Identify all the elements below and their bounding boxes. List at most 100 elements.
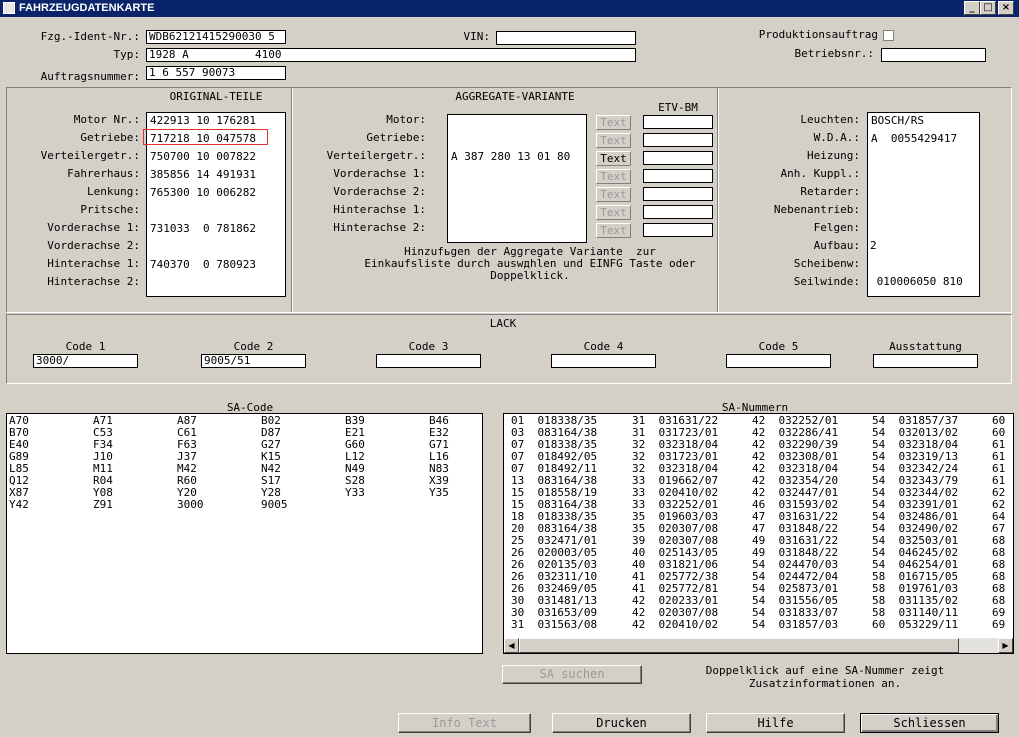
original-label-verteilergetr: Verteilergetr.: bbox=[40, 149, 140, 162]
etv-bm-field-getriebe[interactable] bbox=[643, 133, 713, 147]
title-bar: FAHRZEUGDATENKARTE _ □ × bbox=[0, 0, 1019, 17]
extras-label-heizung: Heizung: bbox=[807, 149, 860, 162]
maximize-button[interactable]: □ bbox=[980, 1, 996, 15]
extras-label-leuchten: Leuchten: bbox=[800, 113, 860, 126]
code-4-field[interactable] bbox=[551, 354, 656, 368]
aggregate-label-hinterachse-1: Hinterachse 1: bbox=[333, 203, 426, 216]
extras-list[interactable]: BOSCH/RS A 0055429417 bbox=[867, 112, 980, 297]
drucken-button[interactable]: Drucken bbox=[552, 713, 691, 733]
extras-label-retarder: Retarder: bbox=[800, 185, 860, 198]
etv-bm-field-motor[interactable] bbox=[643, 115, 713, 129]
code-2-field[interactable]: 9005/51 bbox=[201, 354, 306, 368]
text-button-verteilergetr[interactable]: Text bbox=[596, 151, 631, 166]
scroll-right-icon[interactable]: ▶ bbox=[998, 638, 1013, 653]
etv-bm-field-hinterachse-2[interactable] bbox=[643, 223, 713, 237]
fin-field[interactable]: WDB62121415290030 5 bbox=[146, 30, 286, 44]
aggregate-variante-list[interactable]: A 387 280 13 01 80 bbox=[447, 114, 587, 243]
etv-bm-field-verteilergetr[interactable] bbox=[643, 151, 713, 165]
text-button-hinterachse-2[interactable]: Text bbox=[596, 223, 631, 238]
fin-label: Fzg.-Ident-Nr.: bbox=[40, 30, 140, 43]
sa-code-item[interactable]: 9005 bbox=[261, 499, 288, 511]
original-label-hinterachse-1: Hinterachse 1: bbox=[47, 257, 140, 270]
sa-code-item[interactable]: Y33 bbox=[345, 487, 365, 499]
aggregate-label-vorderachse-2: Vorderachse 2: bbox=[333, 185, 426, 198]
etv-bm-title: ETV-BM bbox=[658, 101, 698, 114]
sa-nummer-item[interactable]: 54 031857/03 bbox=[752, 619, 838, 631]
original-value-lenkung[interactable]: 765300 10 006282 bbox=[150, 186, 256, 199]
list-item[interactable]: A 0055429417 bbox=[871, 132, 957, 145]
horizontal-scrollbar[interactable]: ◀ ▶ bbox=[504, 638, 1013, 653]
extras-label-nebenantrieb: Nebenantrieb: bbox=[773, 203, 860, 216]
code-5-label: Code 5 bbox=[758, 340, 799, 353]
scrollbar-thumb[interactable] bbox=[519, 638, 959, 653]
original-label-hinterachse-2: Hinterachse 2: bbox=[47, 275, 140, 288]
text-button-getriebe[interactable]: Text bbox=[596, 133, 631, 148]
text-button-vorderachse-1[interactable]: Text bbox=[596, 169, 631, 184]
sa-hint-line-1: Doppelklick auf eine SA-Nummer zeigt bbox=[705, 664, 945, 677]
original-label-vorderachse-2: Vorderachse 2: bbox=[47, 239, 140, 252]
sa-nummer-item[interactable]: 60 053229/11 bbox=[872, 619, 958, 631]
original-value-hinterachse-1[interactable]: 740370 0 780923 bbox=[150, 258, 256, 271]
extras-label-felgen: Felgen: bbox=[813, 221, 860, 234]
auftrag-field[interactable]: 1 6 557 90073 bbox=[146, 66, 286, 80]
seilwinde-value: 010006050 810 bbox=[870, 275, 963, 288]
typ-label: Typ: bbox=[113, 48, 141, 61]
hilfe-button[interactable]: Hilfe bbox=[706, 713, 845, 733]
aggregate-label-motor: Motor: bbox=[386, 113, 426, 126]
text-button-hinterachse-1[interactable]: Text bbox=[596, 205, 631, 220]
sa-suchen-button[interactable]: SA suchen bbox=[502, 665, 642, 684]
extras-label-scheibenw: Scheibenw: bbox=[793, 257, 860, 270]
aggregate-label-vorderachse-1: Vorderachse 1: bbox=[333, 167, 426, 180]
original-value-motor[interactable]: 422913 10 176281 bbox=[150, 114, 256, 127]
sa-code-item[interactable]: Z91 bbox=[93, 499, 113, 511]
sa-code-list[interactable]: A70 A71 A87 B02 B39 B46 B70 C53 C61 D87 E21 E32 E40 F… bbox=[6, 413, 483, 654]
list-item[interactable]: A 387 280 13 01 80 bbox=[451, 150, 570, 163]
vin-label: VIN: bbox=[463, 30, 491, 43]
code-1-label: Code 1 bbox=[65, 340, 106, 353]
etv-bm-field-hinterachse-1[interactable] bbox=[643, 205, 713, 219]
code-1-field[interactable]: 3000/ bbox=[33, 354, 138, 368]
produktionsauftrag-checkbox[interactable] bbox=[883, 30, 894, 41]
app-icon bbox=[3, 2, 15, 14]
extras-label-wda: W.D.A.: bbox=[813, 131, 860, 144]
vin-field[interactable] bbox=[496, 31, 636, 45]
sa-nummer-item[interactable]: 31 031563/08 bbox=[511, 619, 597, 631]
extras-label-seilwinde: Seilwinde: bbox=[793, 275, 860, 288]
sa-code-item[interactable]: 3000 bbox=[177, 499, 204, 511]
code-4-label: Code 4 bbox=[583, 340, 624, 353]
minimize-button[interactable]: _ bbox=[964, 1, 980, 15]
sa-hint-line-2: Zusatzinformationen an. bbox=[748, 677, 902, 690]
text-button-motor[interactable]: Text bbox=[596, 115, 631, 130]
original-label-vorderachse-1: Vorderachse 1: bbox=[47, 221, 140, 234]
typ-field[interactable]: 1928 A 4100 bbox=[146, 48, 636, 62]
aggregate-hint-line-3: Doppelklick. bbox=[490, 269, 570, 282]
original-value-verteilergetr[interactable]: 750700 10 007822 bbox=[150, 150, 256, 163]
sa-code-item[interactable]: Y42 bbox=[9, 499, 29, 511]
sa-nummern-list[interactable]: 01 018338/35 31 031631/22 42 032252/01 54 0… bbox=[503, 413, 1014, 654]
sa-nummer-item[interactable]: 69 bbox=[992, 619, 1005, 631]
betriebsnr-label: Betriebsnr.: bbox=[794, 47, 874, 60]
original-teile-title: ORIGINAL-TEILE bbox=[169, 90, 263, 103]
info-text-button[interactable]: Info Text bbox=[398, 713, 531, 733]
code-2-label: Code 2 bbox=[233, 340, 274, 353]
original-value-vorderachse-1[interactable]: 731033 0 781862 bbox=[150, 222, 256, 235]
window-title: FAHRZEUGDATENKARTE bbox=[19, 2, 155, 14]
close-button[interactable]: × bbox=[998, 1, 1014, 15]
aggregate-label-verteilergetr: Verteilergetr.: bbox=[326, 149, 426, 162]
list-item[interactable]: BOSCH/RS bbox=[871, 114, 924, 127]
ausstattung-field[interactable] bbox=[873, 354, 978, 368]
scroll-left-icon[interactable]: ◀ bbox=[504, 638, 519, 653]
extras-label-aufbau: Aufbau: bbox=[813, 239, 860, 252]
etv-bm-field-vorderachse-2[interactable] bbox=[643, 187, 713, 201]
aggregate-label-hinterachse-2: Hinterachse 2: bbox=[333, 221, 426, 234]
original-value-fahrerhaus[interactable]: 385856 14 491931 bbox=[150, 168, 256, 181]
code-3-field[interactable] bbox=[376, 354, 481, 368]
code-5-field[interactable] bbox=[726, 354, 831, 368]
sa-code-item[interactable]: Y35 bbox=[429, 487, 449, 499]
betriebsnr-field[interactable] bbox=[881, 48, 986, 62]
text-button-vorderachse-2[interactable]: Text bbox=[596, 187, 631, 202]
etv-bm-field-vorderachse-1[interactable] bbox=[643, 169, 713, 183]
aufbau-value: 2 bbox=[870, 239, 877, 252]
sa-nummer-item[interactable]: 42 020410/02 bbox=[632, 619, 718, 631]
schliessen-button[interactable]: Schliessen bbox=[860, 713, 999, 733]
